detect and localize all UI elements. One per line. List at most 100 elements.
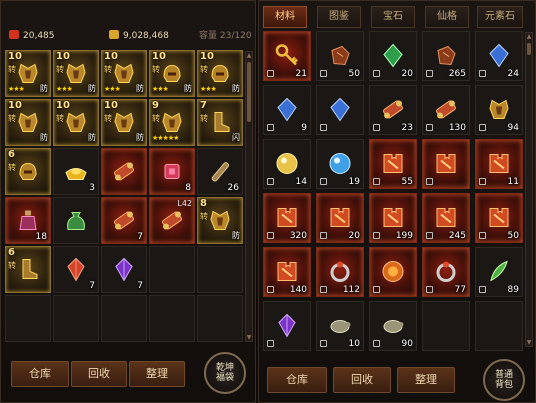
normal-bag-button[interactable]: 普通背包 xyxy=(483,359,525,401)
bag-scrollbar[interactable]: ▲ ▼ xyxy=(525,32,533,347)
scroll-thumb[interactable] xyxy=(527,43,531,55)
capacity-label: 容量 xyxy=(199,31,218,41)
inventory-slot[interactable]: 265 xyxy=(422,31,470,81)
inventory-slot[interactable]: L42 xyxy=(149,197,195,244)
tab-element-stones[interactable]: 元素石 xyxy=(477,6,523,28)
inventory-slot[interactable]: 94 xyxy=(475,85,523,135)
tab-immortal[interactable]: 仙格 xyxy=(425,6,469,28)
empty-slot[interactable] xyxy=(53,295,99,342)
inventory-slot[interactable]: 7 xyxy=(101,246,147,293)
inventory-slot[interactable]: 199 xyxy=(369,193,417,243)
scroll-icon xyxy=(111,158,137,184)
scroll-thumb[interactable] xyxy=(247,62,251,122)
helmet-icon xyxy=(159,60,185,86)
star-rating: ★★★★★ xyxy=(152,134,179,142)
inventory-slot[interactable]: 55 xyxy=(369,139,417,189)
inventory-slot[interactable] xyxy=(263,301,311,351)
inventory-slot[interactable]: 10 转防 xyxy=(53,99,99,146)
inventory-slot[interactable]: 10 转防 xyxy=(5,99,51,146)
empty-slot[interactable] xyxy=(5,295,51,342)
item-level: L42 xyxy=(177,199,192,208)
inventory-slot[interactable]: 6转 xyxy=(5,148,51,195)
inventory-slot[interactable]: 19 xyxy=(316,139,364,189)
inventory-slot[interactable]: 7 xyxy=(53,246,99,293)
sort-button[interactable]: 整理 xyxy=(129,361,185,387)
lock-icon xyxy=(267,70,274,77)
empty-slot[interactable] xyxy=(197,295,243,342)
inventory-slot[interactable]: 112 xyxy=(316,247,364,297)
inventory-slot[interactable]: 21 xyxy=(263,31,311,81)
item-quantity: 10 xyxy=(348,339,360,349)
lock-icon xyxy=(320,232,327,239)
tab-materials[interactable]: 材料 xyxy=(263,6,307,28)
inventory-slot[interactable]: 89 xyxy=(475,247,523,297)
inventory-slot[interactable]: 140 xyxy=(263,247,311,297)
crystal-icon xyxy=(159,158,185,184)
inventory-slot[interactable]: 24 xyxy=(475,31,523,81)
empty-slot[interactable] xyxy=(422,301,470,351)
scroll-up-arrow[interactable]: ▲ xyxy=(526,33,532,40)
inventory-slot[interactable] xyxy=(101,148,147,195)
scroll-up-arrow[interactable]: ▲ xyxy=(246,52,252,59)
inventory-slot[interactable] xyxy=(369,247,417,297)
inventory-slot[interactable]: 7 转闪 xyxy=(197,99,243,146)
scroll-down-arrow[interactable]: ▼ xyxy=(246,334,252,341)
inventory-slot[interactable]: 26 xyxy=(197,148,243,195)
sort-button[interactable]: 整理 xyxy=(397,367,455,393)
armor-icon xyxy=(111,60,137,86)
inventory-slot[interactable]: 7 xyxy=(101,197,147,244)
inventory-slot[interactable]: 8 xyxy=(149,148,195,195)
recycle-button[interactable]: 回收 xyxy=(333,367,391,393)
inventory-slot[interactable]: 10 转 ★★★ 防 xyxy=(101,50,147,97)
inventory-slot[interactable]: 23 xyxy=(369,85,417,135)
inventory-slot[interactable]: 77 xyxy=(422,247,470,297)
inventory-slot[interactable]: 10 转 ★★★ 防 xyxy=(53,50,99,97)
tab-gems[interactable]: 宝石 xyxy=(371,6,415,28)
inventory-slot[interactable]: 10 转 ★★★ 防 xyxy=(197,50,243,97)
inventory-slot[interactable]: 10 转防 xyxy=(101,99,147,146)
inventory-slot[interactable]: 14 xyxy=(263,139,311,189)
inventory-slot[interactable]: 8 转防 xyxy=(197,197,243,244)
gold-coin-icon xyxy=(109,30,119,39)
tab-atlas[interactable]: 图鉴 xyxy=(317,6,361,28)
inventory-slot[interactable]: 50 xyxy=(475,193,523,243)
rebirth-label: 转 xyxy=(104,114,112,123)
warehouse-button[interactable]: 仓库 xyxy=(267,367,327,393)
item-quantity: 94 xyxy=(507,123,519,133)
item-quantity: 23 xyxy=(401,123,413,133)
storage-scrollbar[interactable]: ▲ ▼ xyxy=(245,51,253,342)
warehouse-button[interactable]: 仓库 xyxy=(11,361,69,387)
inventory-slot[interactable]: 245 xyxy=(422,193,470,243)
inventory-slot[interactable]: 50 xyxy=(316,31,364,81)
empty-slot[interactable] xyxy=(197,246,243,293)
inventory-slot[interactable]: 11 xyxy=(475,139,523,189)
equip-level: 6 xyxy=(8,149,15,160)
inventory-slot[interactable]: 20 xyxy=(316,193,364,243)
inventory-slot[interactable]: 320 xyxy=(263,193,311,243)
inventory-slot[interactable]: 20 xyxy=(369,31,417,81)
lucky-bag-button[interactable]: 乾坤福袋 xyxy=(204,352,246,394)
inventory-slot[interactable]: 130 xyxy=(422,85,470,135)
inventory-slot[interactable] xyxy=(53,197,99,244)
inventory-slot[interactable]: 9 xyxy=(263,85,311,135)
inventory-slot[interactable]: 18 xyxy=(5,197,51,244)
item-quantity: 11 xyxy=(507,177,519,187)
empty-slot[interactable] xyxy=(149,295,195,342)
empty-slot[interactable] xyxy=(475,301,523,351)
gem-purple-icon xyxy=(111,256,137,282)
inventory-slot[interactable]: 10 转 ★★★ 防 xyxy=(5,50,51,97)
empty-slot[interactable] xyxy=(149,246,195,293)
inventory-slot[interactable]: 3 xyxy=(53,148,99,195)
inventory-slot[interactable]: 9 转 ★★★★★ xyxy=(149,99,195,146)
scroll-down-arrow[interactable]: ▼ xyxy=(526,339,532,346)
inventory-slot[interactable]: 90 xyxy=(369,301,417,351)
lock-icon xyxy=(426,232,433,239)
inventory-slot[interactable] xyxy=(422,139,470,189)
recycle-button[interactable]: 回收 xyxy=(71,361,127,387)
inventory-slot[interactable]: 10 转 ★★★ 防 xyxy=(149,50,195,97)
inventory-slot[interactable] xyxy=(316,85,364,135)
empty-slot[interactable] xyxy=(101,295,147,342)
armor-icon xyxy=(15,60,41,86)
inventory-slot[interactable]: 6转 xyxy=(5,246,51,293)
inventory-slot[interactable]: 10 xyxy=(316,301,364,351)
